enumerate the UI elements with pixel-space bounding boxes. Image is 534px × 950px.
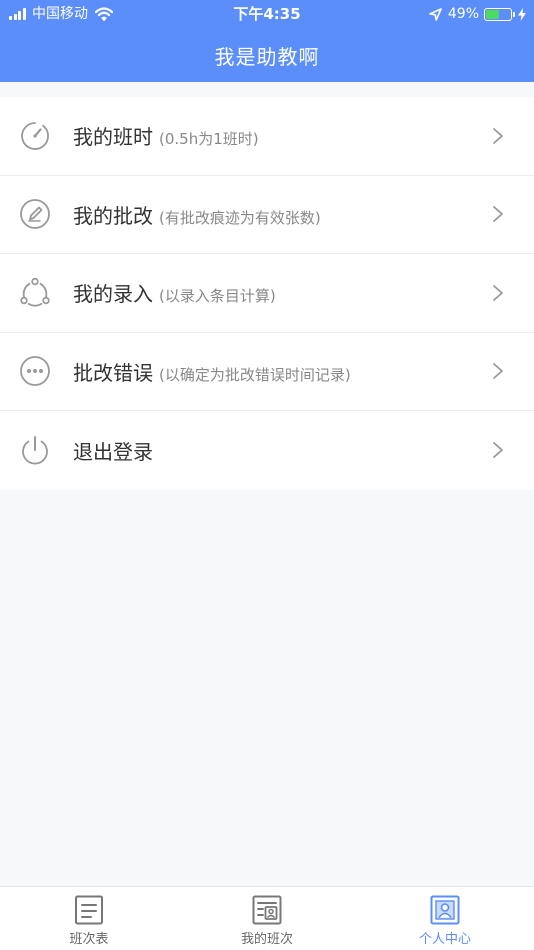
menu-item-subtitle: (0.5h为1班时) (159, 130, 259, 149)
menu-item-title: 我的班时 (73, 125, 153, 150)
speedometer-icon (21, 121, 49, 150)
tab-label: 个人中心 (418, 932, 471, 947)
nav-bar: 我是助教啊 (0, 28, 534, 82)
battery-percent: 49% (447, 6, 479, 22)
page-title: 我是助教啊 (214, 44, 320, 69)
app-screen: 中国移动 下午4:35 49% 我是助教啊 我的班时 (0.5h为1班时) 我的… (0, 0, 534, 950)
tab-label: 班次表 (69, 932, 109, 947)
menu-item-corrections[interactable]: 我的批改 (有批改痕迹为有效张数) (0, 175, 534, 254)
menu-item-label: 我的批改 (有批改痕迹为有效张数) (73, 200, 321, 229)
profile-icon (430, 895, 460, 925)
status-bar: 中国移动 下午4:35 49% (0, 0, 534, 28)
menu-item-label: 批改错误 (以确定为批改错误时间记录) (73, 357, 351, 386)
menu-item-subtitle: (以确定为批改错误时间记录) (159, 365, 351, 384)
charging-icon (518, 7, 526, 21)
power-icon (22, 436, 48, 465)
menu-item-title: 退出登录 (73, 439, 153, 464)
chevron-right-icon (493, 442, 503, 459)
battery-fill (486, 9, 499, 19)
menu-item-subtitle: (有批改痕迹为有效张数) (159, 208, 321, 227)
tab-schedule[interactable]: 班次表 (0, 887, 178, 950)
chevron-right-icon (493, 363, 503, 380)
location-icon (429, 7, 442, 21)
chevron-right-icon (493, 127, 503, 144)
tab-my-shifts[interactable]: 我的班次 (178, 887, 356, 950)
menu-item-label: 我的班时 (0.5h为1班时) (73, 121, 259, 150)
menu-item-label: 退出登录 (73, 436, 159, 465)
battery-icon (484, 7, 515, 21)
more-dots-icon (20, 356, 50, 387)
chevron-right-icon (493, 206, 503, 223)
tab-label: 我的班次 (240, 932, 293, 947)
menu-item-title: 批改错误 (73, 360, 153, 385)
tab-profile[interactable]: 个人中心 (356, 887, 534, 950)
menu-list: 我的班时 (0.5h为1班时) 我的批改 (有批改痕迹为有效张数) 我的录入 (… (0, 97, 534, 490)
menu-item-title: 我的批改 (73, 203, 153, 228)
share-nodes-icon (20, 277, 50, 307)
status-right: 49% (429, 5, 526, 23)
menu-item-class-hours[interactable]: 我的班时 (0.5h为1班时) (0, 97, 534, 176)
menu-item-correction-errors[interactable]: 批改错误 (以确定为批改错误时间记录) (0, 332, 534, 411)
menu-item-logout[interactable]: 退出登录 (0, 411, 534, 490)
pencil-icon (20, 199, 50, 230)
tab-bar: 班次表 我的班次 个人中心 (0, 886, 534, 950)
menu-item-label: 我的录入 (以录入条目计算) (73, 278, 276, 307)
menu-item-title: 我的录入 (73, 282, 153, 307)
schedule-list-icon (75, 895, 103, 925)
my-shifts-icon (252, 895, 282, 925)
menu-item-entries[interactable]: 我的录入 (以录入条目计算) (0, 254, 534, 333)
chevron-right-icon (493, 284, 503, 301)
menu-item-subtitle: (以录入条目计算) (159, 287, 276, 306)
